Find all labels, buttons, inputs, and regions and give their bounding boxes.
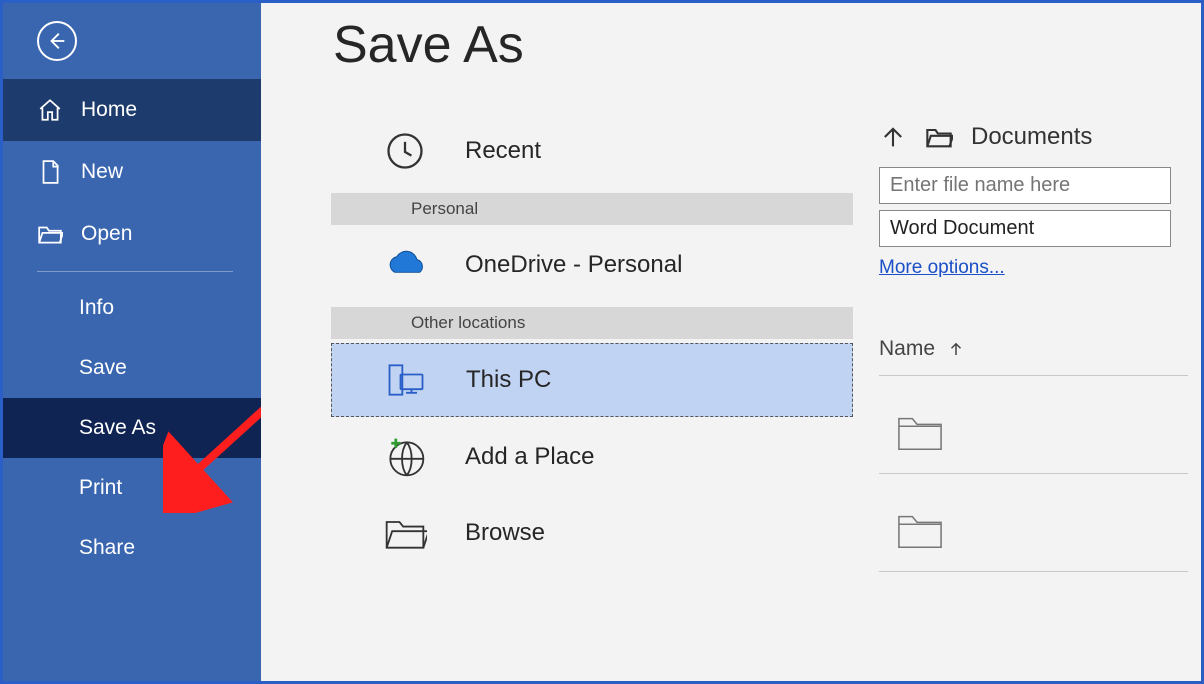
folder-open-icon (925, 123, 953, 151)
location-panel: Save As Recent Personal OneDrive - Perso… (261, 3, 871, 681)
up-arrow-icon[interactable] (879, 123, 907, 151)
folder-row[interactable] (879, 474, 1188, 572)
breadcrumb-label: Documents (971, 123, 1092, 151)
column-header-name[interactable]: Name (879, 337, 1188, 376)
onedrive-icon (381, 241, 429, 289)
folder-icon (897, 412, 943, 452)
nav-new-label: New (81, 160, 123, 184)
filetype-select[interactable] (879, 210, 1171, 247)
filename-input[interactable] (879, 167, 1171, 204)
nav-home[interactable]: Home (3, 79, 261, 141)
breadcrumb[interactable]: Documents (879, 123, 1201, 151)
back-arrow-icon (46, 30, 68, 52)
nav-save[interactable]: Save (3, 338, 261, 398)
nav-open-label: Open (81, 222, 132, 246)
location-add-place[interactable]: Add a Place (331, 421, 853, 493)
folder-open-icon (37, 221, 63, 247)
folder-row[interactable] (879, 376, 1188, 474)
file-icon (37, 159, 63, 185)
sort-asc-icon (947, 340, 965, 358)
nav-share[interactable]: Share (3, 518, 261, 578)
nav-open[interactable]: Open (3, 203, 261, 265)
location-onedrive-label: OneDrive - Personal (465, 251, 682, 279)
nav-new[interactable]: New (3, 141, 261, 203)
location-onedrive[interactable]: OneDrive - Personal (331, 229, 853, 301)
location-recent-label: Recent (465, 137, 541, 165)
nav-separator (37, 271, 233, 272)
nav-print[interactable]: Print (3, 458, 261, 518)
location-add-place-label: Add a Place (465, 443, 594, 471)
nav-home-label: Home (81, 98, 137, 122)
location-this-pc[interactable]: This PC (331, 343, 853, 417)
location-browse[interactable]: Browse (331, 497, 853, 569)
section-other: Other locations (331, 307, 853, 339)
thispc-icon (382, 356, 430, 404)
home-icon (37, 97, 63, 123)
nav-info[interactable]: Info (3, 278, 261, 338)
folder-icon (897, 510, 943, 550)
save-panel: Documents More options... Name (871, 3, 1201, 681)
nav-save-as[interactable]: Save As (3, 398, 261, 458)
location-browse-label: Browse (465, 519, 545, 547)
addplace-icon (381, 433, 429, 481)
backstage-nav: Home New Open Info Save Save As Print Sh… (3, 3, 261, 681)
page-title: Save As (333, 15, 871, 75)
browse-icon (381, 509, 429, 557)
location-this-pc-label: This PC (466, 366, 551, 394)
more-options-link[interactable]: More options... (879, 257, 1005, 279)
location-recent[interactable]: Recent (331, 115, 853, 187)
back-button[interactable] (37, 21, 77, 61)
section-personal: Personal (331, 193, 853, 225)
clock-icon (381, 127, 429, 175)
